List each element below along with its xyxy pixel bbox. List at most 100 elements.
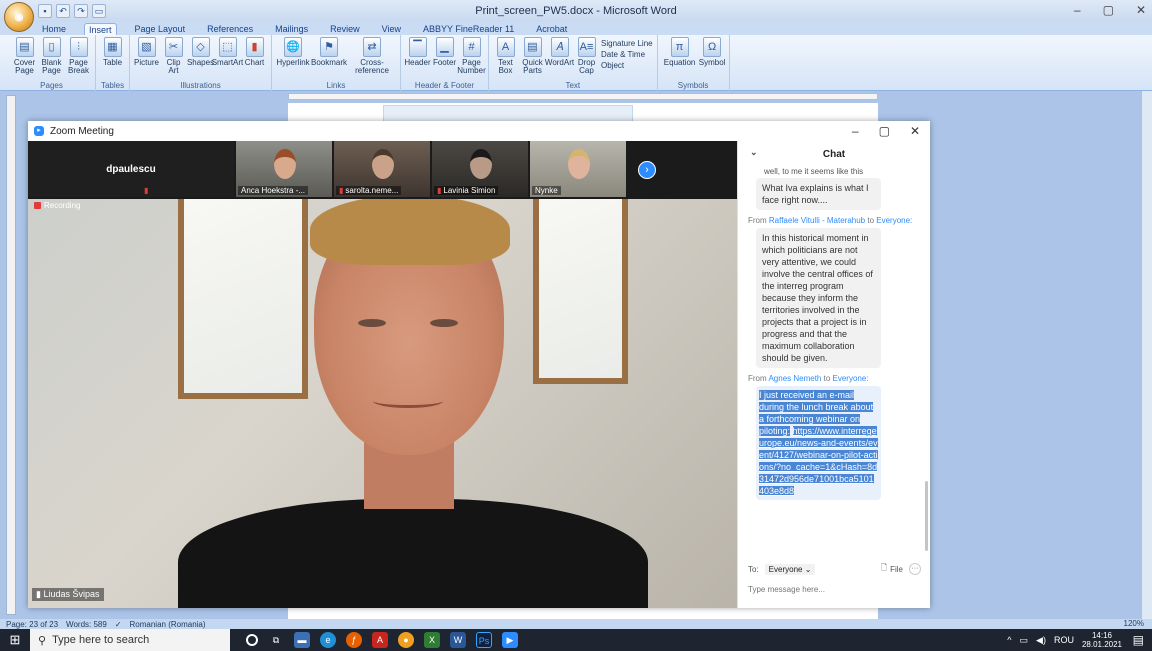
blank-page-icon: ▯: [42, 37, 61, 57]
gallery-next-button[interactable]: ›: [638, 161, 656, 179]
search-icon: ⚲: [38, 634, 47, 647]
input-language[interactable]: ROU: [1054, 635, 1074, 645]
participant-name: ▮ Lavinia Simion: [434, 186, 499, 195]
clip-art-button[interactable]: ✂ Clip Art: [161, 37, 186, 81]
chat-compose: To: Everyone ⌄ 🗋 File ···: [738, 561, 931, 608]
windows-start-icon[interactable]: ⊞: [0, 629, 30, 651]
word-icon[interactable]: W: [450, 632, 466, 648]
more-options-icon[interactable]: ···: [909, 563, 921, 575]
chevron-up-icon[interactable]: ^: [1007, 635, 1011, 645]
minimize-button[interactable]: –: [1074, 3, 1081, 17]
shapes-button[interactable]: ◇ Shapes: [187, 37, 214, 81]
text-box-button[interactable]: A Text Box: [493, 37, 518, 81]
chat-sender[interactable]: Raffaele Vitulli - Materahub: [769, 216, 865, 225]
smartart-button[interactable]: ⬚ SmartArt: [212, 37, 243, 81]
cross-reference-button[interactable]: ⇄ Cross-reference: [348, 37, 396, 81]
close-button[interactable]: ✕: [1136, 3, 1146, 17]
recipient-select[interactable]: Everyone ⌄: [764, 563, 816, 575]
chat-scrollbar[interactable]: [925, 481, 928, 551]
system-tray: ^ ▭ ◀) ROU 14:16 28.01.2021: [1007, 629, 1122, 651]
tab-abbyy[interactable]: ABBYY FineReader 11: [419, 23, 518, 35]
cortana-icon[interactable]: [246, 634, 258, 646]
chart-icon: ▮: [245, 37, 264, 57]
quick-parts-button[interactable]: ▤ Quick Parts: [520, 37, 545, 81]
participant-tile[interactable]: Nynke: [530, 141, 626, 197]
vertical-scrollbar[interactable]: [1142, 91, 1152, 619]
zoom-maximize-button[interactable]: ▢: [879, 124, 890, 138]
participant-tile[interactable]: dpaulescu ▮: [28, 141, 234, 197]
signature-line-button[interactable]: Signature Line: [601, 39, 653, 48]
edge-icon[interactable]: e: [320, 632, 336, 648]
group-illustrations: ▧ Picture ✂ Clip Art ◇ Shapes ⬚ SmartArt ▮ Ch…: [130, 35, 272, 91]
language-indicator[interactable]: Romanian (Romania): [130, 620, 206, 629]
cover-page-button[interactable]: ▤ Cover Page: [12, 37, 37, 81]
record-icon: [34, 202, 41, 209]
firefox-icon[interactable]: ƒ: [346, 632, 362, 648]
active-speaker-name: ▮ Liudas Švipas: [32, 588, 104, 601]
picture-button[interactable]: ▧ Picture: [134, 37, 159, 81]
participant-face: [372, 149, 395, 179]
tab-references[interactable]: References: [203, 23, 257, 35]
page-break-button[interactable]: ⫶ Page Break: [66, 37, 91, 81]
page-number-button[interactable]: # Page Number: [457, 37, 486, 81]
tab-insert[interactable]: Insert: [84, 23, 117, 35]
blank-page-button[interactable]: ▯ Blank Page: [39, 37, 64, 81]
drop-cap-button[interactable]: A≡ Drop Cap: [574, 37, 599, 81]
participant-tile[interactable]: ▮ sarolta.neme...: [334, 141, 430, 197]
file-button[interactable]: 🗋 File: [881, 562, 903, 576]
table-button[interactable]: ▦ Table: [100, 37, 125, 81]
chart-button[interactable]: ▮ Chart: [242, 37, 267, 81]
office-button[interactable]: ◉: [4, 2, 34, 32]
hyperlink-button[interactable]: 🌐 Hyperlink: [276, 37, 310, 81]
tab-view[interactable]: View: [378, 23, 405, 35]
chat-message-input[interactable]: [748, 581, 923, 597]
notification-icon[interactable]: ▤: [1133, 633, 1144, 647]
spelling-icon[interactable]: ✓: [115, 620, 122, 629]
task-view-icon[interactable]: ⧉: [268, 632, 284, 648]
participant-name: Nynke: [532, 186, 561, 195]
app-icon[interactable]: ●: [398, 632, 414, 648]
tab-home[interactable]: Home: [38, 23, 70, 35]
ribbon-tabs: Home Insert Page Layout References Maili…: [0, 22, 1152, 35]
network-icon[interactable]: ▭: [1020, 635, 1029, 646]
page-break-icon: ⫶: [69, 37, 88, 57]
zoom-close-button[interactable]: ✕: [910, 124, 920, 138]
maximize-button[interactable]: ▢: [1103, 3, 1114, 17]
active-speaker-video[interactable]: [28, 199, 737, 608]
participant-tile[interactable]: Anca Hoekstra -...: [236, 141, 332, 197]
equation-button[interactable]: π Equation: [662, 37, 698, 81]
chat-messages[interactable]: well, to me it seems like this What Iva …: [738, 167, 931, 527]
acrobat-icon[interactable]: A: [372, 632, 388, 648]
word-count[interactable]: Words: 589: [66, 620, 107, 629]
participant-face: [274, 149, 297, 179]
webinar-link[interactable]: https://www.interregeurope.eu/news-and-e…: [759, 426, 878, 496]
wordart-button[interactable]: 𝐴 WordArt: [545, 37, 574, 81]
participant-tile[interactable]: ▮ Lavinia Simion: [432, 141, 528, 197]
photoshop-icon[interactable]: Ps: [476, 632, 492, 648]
tab-mailings[interactable]: Mailings: [271, 23, 312, 35]
tab-page-layout[interactable]: Page Layout: [131, 23, 190, 35]
header-button[interactable]: ▔ Header: [404, 37, 431, 81]
object-button[interactable]: Object: [601, 61, 653, 70]
chat-sender[interactable]: Agnes Nemeth: [768, 374, 821, 383]
chat-message-selected: I just received an e-mail during the lun…: [756, 386, 881, 500]
bookmark-button[interactable]: ⚑ Bookmark: [311, 37, 347, 81]
zoom-app-icon[interactable]: ▶: [502, 632, 518, 648]
taskbar-search[interactable]: ⚲ Type here to search: [30, 629, 230, 651]
page-number-icon: #: [462, 37, 481, 57]
chevron-down-icon[interactable]: ⌄: [750, 147, 758, 158]
tab-review[interactable]: Review: [326, 23, 364, 35]
volume-icon[interactable]: ◀): [1036, 635, 1046, 646]
zoom-level[interactable]: 120%: [1124, 619, 1144, 628]
excel-icon[interactable]: X: [424, 632, 440, 648]
file-explorer-icon[interactable]: ▬: [294, 632, 310, 648]
date-time-button[interactable]: Date & Time: [601, 50, 653, 59]
footer-button[interactable]: ▁ Footer: [432, 37, 457, 81]
clock[interactable]: 14:16 28.01.2021: [1082, 631, 1122, 649]
participant-face: [470, 149, 493, 179]
page-count[interactable]: Page: 23 of 23: [6, 620, 58, 629]
tab-acrobat[interactable]: Acrobat: [532, 23, 571, 35]
speaker-mouth: [373, 394, 443, 408]
symbol-button[interactable]: Ω Symbol: [699, 37, 725, 81]
zoom-minimize-button[interactable]: –: [852, 124, 859, 138]
